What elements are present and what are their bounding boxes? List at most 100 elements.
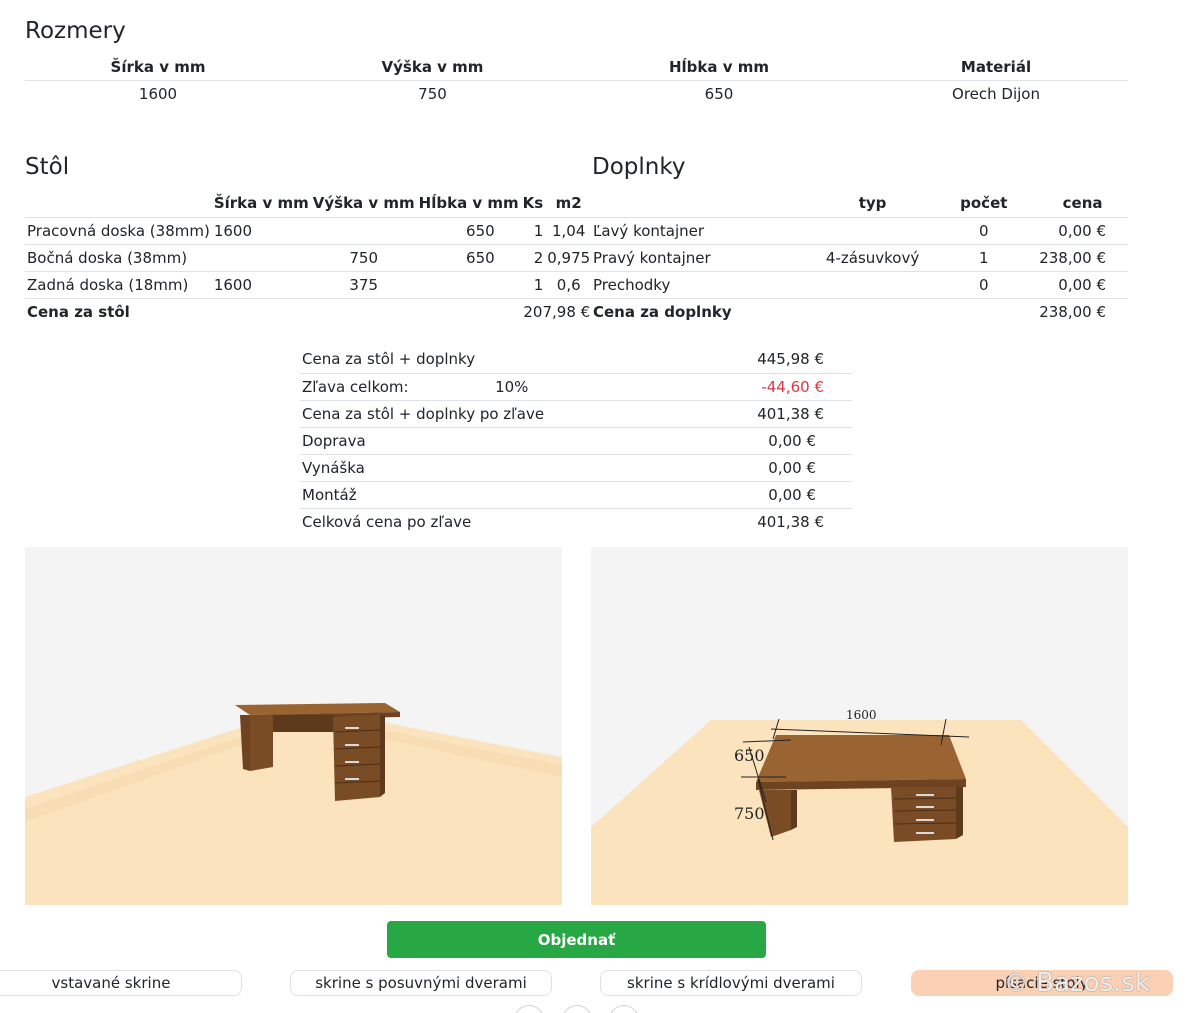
stol-cell-width xyxy=(211,244,311,272)
rozmery-width-value: 1600 xyxy=(138,85,178,104)
table-row: Ľavý kontajner 0 0,00 € xyxy=(591,217,1128,245)
dim-width-label: 1600 xyxy=(846,708,877,722)
summary-value: 401,38 € xyxy=(757,512,824,531)
watermark-text: Bazos.sk xyxy=(1036,968,1151,998)
stol-header-part xyxy=(25,190,212,218)
category-built-in-wardrobes[interactable]: vstavané skrine xyxy=(0,970,242,996)
desk-dimension-scene: 1600 650 750 xyxy=(591,708,1128,905)
watermark-logo-icon: © xyxy=(1004,969,1028,997)
rozmery-header-material: Materiál xyxy=(864,54,1128,81)
stol-heading: Stôl xyxy=(25,154,70,180)
summary-label: Doprava xyxy=(300,427,658,455)
stol-header-ks: Ks xyxy=(520,190,546,218)
doplnky-cell-type xyxy=(814,271,931,299)
doplnky-heading: Doplnky xyxy=(592,154,686,180)
summary-label: Vynáška xyxy=(300,454,658,482)
price-summary-table: Cena za stôl + doplnky 445,98 € Zľava ce… xyxy=(300,346,852,535)
carousel-dot[interactable] xyxy=(562,1005,592,1013)
rozmery-header-height: Výška v mm xyxy=(291,54,574,81)
rozmery-height-value: 750 xyxy=(418,85,447,104)
stol-cell-height xyxy=(310,217,417,245)
doplnky-cell-count: 0 xyxy=(930,271,1038,299)
summary-label: Cena za stôl + doplnky xyxy=(300,346,478,374)
stol-cell-height: 375 xyxy=(310,271,417,299)
doplnky-cell-price: 0,00 € xyxy=(1037,217,1128,245)
rozmery-table: Šírka v mm Výška v mm Hĺbka v mm Materiá… xyxy=(25,54,1128,108)
stol-cell-m2: 1,04 xyxy=(545,217,593,245)
summary-label: Zľava celkom: xyxy=(300,373,478,401)
doplnky-header-count: počet xyxy=(930,190,1038,218)
stol-header-row: Šírka v mm Výška v mm Hĺbka v mm Ks m2 xyxy=(25,190,593,218)
stol-cell-width: 1600 xyxy=(211,271,311,299)
table-row: Pracovná doska (38mm) 1600 650 1 1,04 xyxy=(25,217,593,245)
rozmery-heading: Rozmery xyxy=(25,18,126,44)
dim-depth-label: 650 xyxy=(734,746,765,765)
summary-extra xyxy=(477,346,658,374)
stol-cell-m2: 0,6 xyxy=(545,271,593,299)
summary-label: Montáž xyxy=(300,481,658,509)
stol-total-label: Cena za stôl xyxy=(27,302,130,321)
stol-cell-height: 750 xyxy=(310,244,417,272)
discount-value: -44,60 € xyxy=(657,373,852,401)
category-hinged-door-wardrobes[interactable]: skrine s krídlovými dverami xyxy=(600,970,862,996)
doplnky-cell-price: 0,00 € xyxy=(1037,271,1128,299)
table-row: Bočná doska (38mm) 750 650 2 0,975 xyxy=(25,244,593,272)
stol-header-height: Výška v mm xyxy=(310,190,417,218)
doplnky-cell-item: Ľavý kontajner xyxy=(591,217,815,245)
stol-total-value: 207,98 € xyxy=(523,302,591,321)
doplnky-cell-price: 238,00 € xyxy=(1037,244,1128,272)
desk-dimension-preview[interactable]: 1600 650 750 xyxy=(591,547,1128,905)
summary-row: Vynáška 0,00 € xyxy=(300,454,852,482)
doplnky-cell-count: 0 xyxy=(930,217,1038,245)
stol-cell-m2: 0,975 xyxy=(545,244,593,272)
doplnky-header-item xyxy=(591,190,815,218)
stol-cell-depth: 650 xyxy=(416,217,521,245)
doplnky-total-row: Cena za doplnky 238,00 € xyxy=(591,298,1128,325)
table-row: Prechodky 0 0,00 € xyxy=(591,271,1128,299)
summary-value: 0,00 € xyxy=(657,454,852,482)
doplnky-cell-type xyxy=(814,217,931,245)
doplnky-cell-count: 1 xyxy=(930,244,1038,272)
stol-cell-part: Zadná doska (18mm) xyxy=(25,271,212,299)
doplnky-total-label: Cena za doplnky xyxy=(593,302,732,321)
summary-row: Montáž 0,00 € xyxy=(300,481,852,509)
stol-cell-depth xyxy=(416,271,521,299)
summary-value: 401,38 € xyxy=(657,400,852,428)
stol-cell-ks: 2 xyxy=(520,244,546,272)
stol-cell-part: Pracovná doska (38mm) xyxy=(25,217,212,245)
stol-cell-depth: 650 xyxy=(416,244,521,272)
doplnky-total-value: 238,00 € xyxy=(1039,302,1106,321)
stol-cell-ks: 1 xyxy=(520,217,546,245)
stol-total-row: Cena za stôl 207,98 € xyxy=(25,298,592,325)
summary-row: Zľava celkom: 10% -44,60 € xyxy=(300,373,852,401)
rozmery-material-value: Orech Dijon xyxy=(952,85,1040,104)
summary-value: 0,00 € xyxy=(657,427,852,455)
summary-label: Cena za stôl + doplnky po zľave xyxy=(300,400,658,428)
stol-cell-width: 1600 xyxy=(211,217,311,245)
table-row: Zadná doska (18mm) 1600 375 1 0,6 xyxy=(25,271,593,299)
stol-cell-ks: 1 xyxy=(520,271,546,299)
summary-value: 0,00 € xyxy=(657,481,852,509)
doplnky-header-type: typ xyxy=(814,190,931,218)
carousel-dot[interactable] xyxy=(514,1005,544,1013)
doplnky-cell-item: Pravý kontajner xyxy=(591,244,815,272)
summary-row: Celková cena po zľave 401,38 € xyxy=(300,508,852,535)
stol-table: Šírka v mm Výška v mm Hĺbka v mm Ks m2 P… xyxy=(25,190,593,325)
doplnky-table: typ počet cena Ľavý kontajner 0 0,00 € P… xyxy=(591,190,1128,325)
carousel-dot[interactable] xyxy=(609,1005,639,1013)
summary-row: Cena za stôl + doplnky po zľave 401,38 € xyxy=(300,400,852,428)
stol-header-m2: m2 xyxy=(545,190,593,218)
summary-row: Doprava 0,00 € xyxy=(300,427,852,455)
desk-3d-preview[interactable] xyxy=(25,547,562,905)
summary-value: 445,98 € xyxy=(657,346,852,374)
rozmery-header-width: Šírka v mm xyxy=(25,54,291,81)
order-button[interactable]: Objednať xyxy=(387,921,766,958)
category-sliding-door-wardrobes[interactable]: skrine s posuvnými dverami xyxy=(290,970,552,996)
stol-header-depth: Hĺbka v mm xyxy=(416,190,521,218)
rozmery-depth-value: 650 xyxy=(704,85,734,104)
doplnky-header-price: cena xyxy=(1037,190,1128,218)
summary-label: Celková cena po zľave xyxy=(302,512,472,531)
doplnky-header-row: typ počet cena xyxy=(591,190,1128,218)
table-row: Pravý kontajner 4-zásuvkový 1 238,00 € xyxy=(591,244,1128,272)
stol-header-width: Šírka v mm xyxy=(211,190,311,218)
